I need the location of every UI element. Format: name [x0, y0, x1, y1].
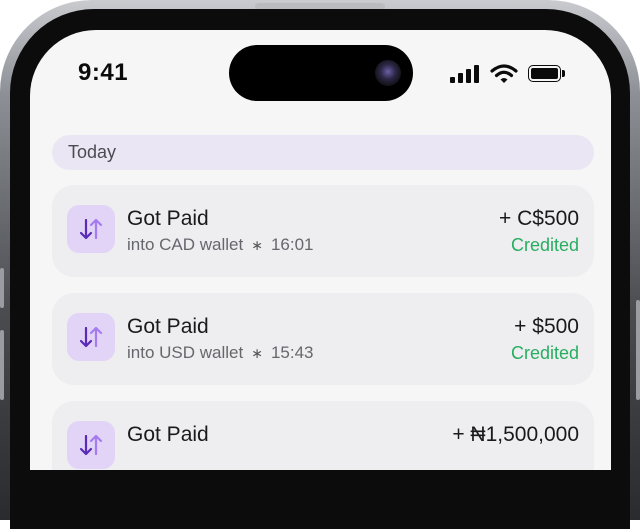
transfer-arrows-icon — [67, 421, 115, 469]
transaction-time: 15:43 — [270, 343, 314, 362]
phone-side-button — [0, 268, 4, 308]
separator: ∗ — [251, 345, 263, 361]
dynamic-island — [229, 45, 413, 101]
phone-side-button — [0, 330, 4, 400]
battery-icon — [528, 65, 561, 82]
transaction-time: 16:01 — [270, 235, 314, 254]
transfer-arrows-icon — [67, 313, 115, 361]
transaction-subtitle: into USD wallet ∗ 15:43 — [127, 343, 314, 363]
transaction-status: Credited — [510, 235, 579, 255]
status-time: 9:41 — [78, 59, 129, 86]
transaction-status: Credited — [510, 343, 579, 363]
section-header-today: Today — [52, 135, 594, 170]
transaction-amount: + $500 — [514, 315, 579, 338]
transaction-item[interactable]: Got Paid into USD wallet ∗ 15:43 + $500 Cr… — [52, 293, 594, 385]
phone-side-button — [636, 300, 640, 400]
transfer-arrows-icon — [67, 205, 115, 253]
transaction-title: Got Paid — [127, 423, 209, 446]
transaction-description: into CAD wallet — [127, 235, 244, 254]
transaction-item[interactable]: Got Paid into CAD wallet ∗ 16:01 + C$500 C… — [52, 185, 594, 277]
transaction-amount: + C$500 — [499, 207, 579, 230]
battery-cap — [562, 70, 565, 77]
cellular-signal-icon — [450, 65, 482, 83]
transaction-title: Got Paid — [127, 207, 209, 230]
transaction-title: Got Paid — [127, 315, 209, 338]
wifi-icon — [490, 64, 518, 83]
phone-screen: 9:41 Today Got Paid into CAD wallet ∗ 16… — [30, 30, 611, 470]
section-label: Today — [68, 142, 117, 162]
transaction-description: into USD wallet — [127, 343, 244, 362]
transaction-amount: + ₦1,500,000 — [452, 423, 579, 446]
separator: ∗ — [251, 237, 263, 253]
camera-icon — [375, 60, 401, 86]
transaction-subtitle: into CAD wallet ∗ 16:01 — [127, 235, 314, 255]
transaction-item[interactable]: Got Paid + ₦1,500,000 — [52, 401, 594, 470]
